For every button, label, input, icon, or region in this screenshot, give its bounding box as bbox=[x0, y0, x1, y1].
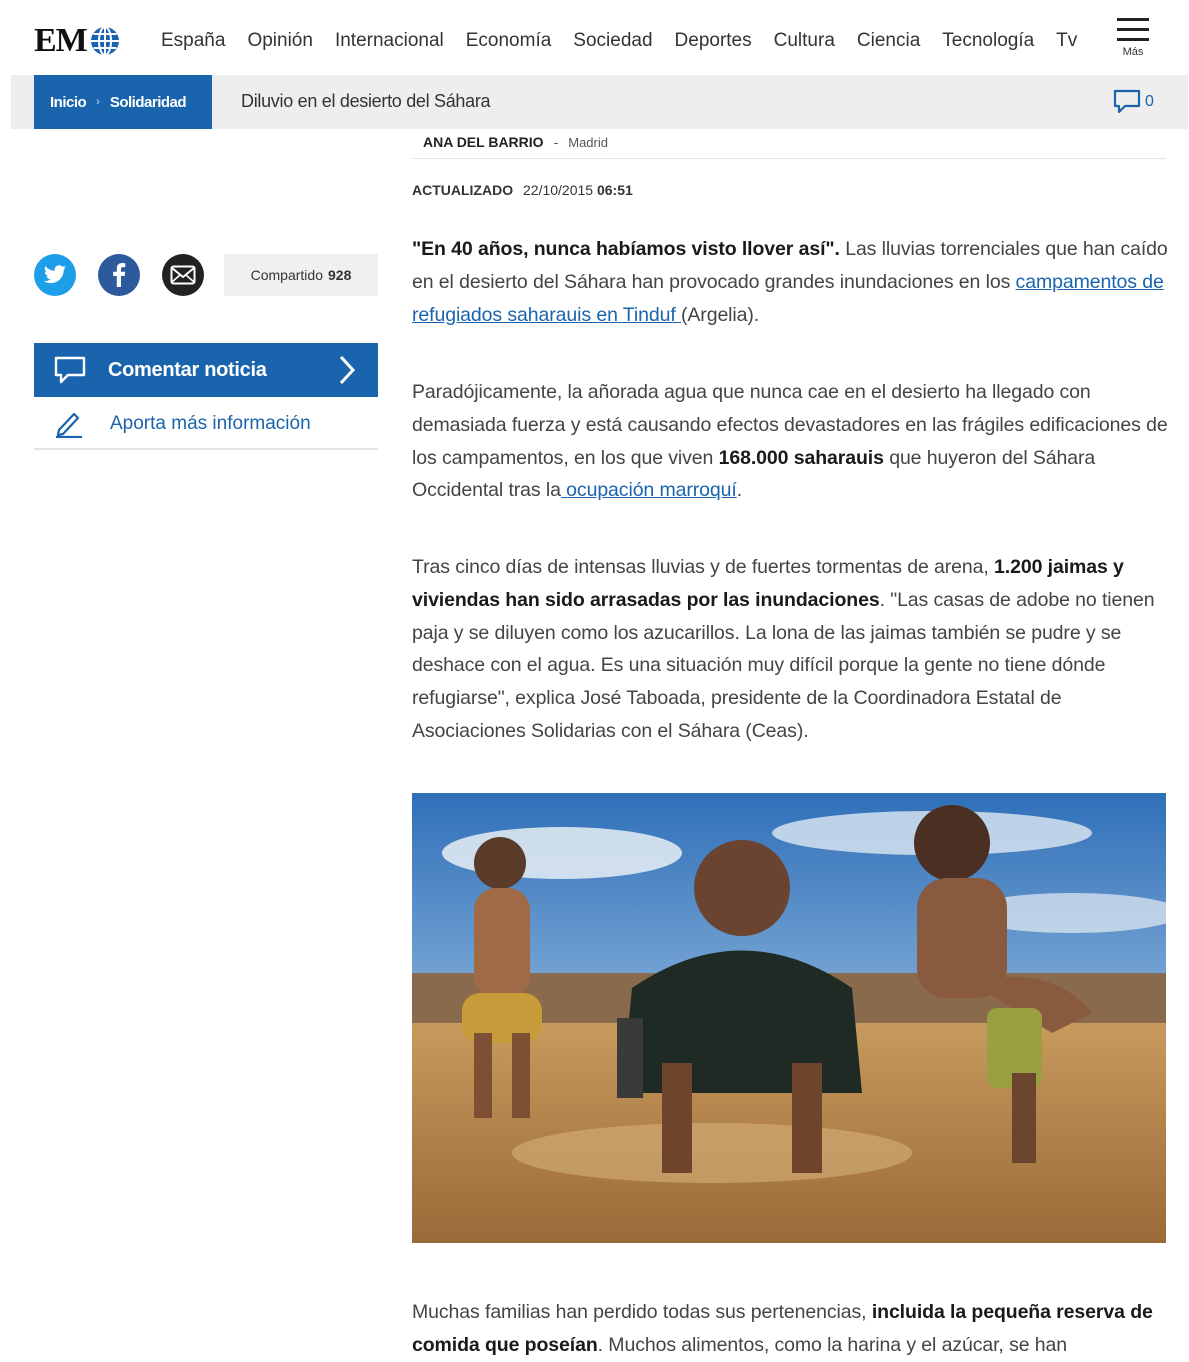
menu-button[interactable]: Más bbox=[1112, 18, 1154, 68]
contribute-info-label: Aporta más información bbox=[110, 413, 311, 434]
share-bar: Compartido 928 bbox=[34, 254, 378, 296]
comment-news-button[interactable]: Comentar noticia bbox=[34, 343, 378, 397]
paragraph-text: Muchas familias han perdido todas sus pe… bbox=[412, 1301, 872, 1323]
article-short-title: Diluvio en el desierto del Sáhara bbox=[241, 91, 491, 111]
facebook-f-icon bbox=[113, 263, 126, 287]
updated-time: 06:51 bbox=[596, 182, 633, 198]
author-name[interactable]: ANA DEL BARRIO bbox=[423, 134, 544, 150]
updated-timestamp: ACTUALIZADO 22/10/2015 06:51 bbox=[412, 182, 633, 198]
chevron-right-icon bbox=[339, 355, 356, 385]
nav-item-internacional[interactable]: Internacional bbox=[335, 28, 444, 54]
speech-bubble-icon bbox=[54, 356, 86, 384]
nav-item-cultura[interactable]: Cultura bbox=[774, 28, 835, 54]
nav-item-opinion[interactable]: Opinión bbox=[247, 28, 313, 54]
breadcrumb-bar: Inicio › Solidaridad Diluvio en el desie… bbox=[11, 75, 1188, 129]
comments-link[interactable]: 0 bbox=[1113, 89, 1154, 115]
share-counter-value: 928 bbox=[328, 267, 352, 283]
quote-bold: "En 40 años, nunca habíamos visto llover… bbox=[412, 238, 840, 260]
comment-news-label: Comentar noticia bbox=[108, 358, 267, 381]
moroccan-occupation-link[interactable]: ocupación marroquí bbox=[561, 479, 737, 501]
comments-count: 0 bbox=[1145, 93, 1154, 110]
speech-bubble-icon bbox=[1113, 89, 1141, 114]
article-photo bbox=[412, 793, 1166, 1243]
paragraph-tail: (Argelia). bbox=[681, 303, 760, 326]
menu-label: Más bbox=[1122, 46, 1144, 58]
article-paragraph-4: Muchas familias han perdido todas sus pe… bbox=[412, 1296, 1172, 1362]
byline-separator: - bbox=[553, 134, 559, 150]
article-paragraph-2: Paradójicamente, la añorada agua que nun… bbox=[412, 376, 1172, 507]
nav-item-espana[interactable]: España bbox=[161, 28, 225, 54]
nav-item-sociedad[interactable]: Sociedad bbox=[573, 28, 652, 54]
twitter-bird-icon bbox=[44, 265, 66, 284]
share-facebook-button[interactable] bbox=[98, 254, 140, 296]
updated-date: 22/10/2015 bbox=[523, 182, 594, 198]
hamburger-icon bbox=[1112, 18, 1154, 41]
nav-item-ciencia[interactable]: Ciencia bbox=[857, 28, 920, 54]
breadcrumb: Inicio › Solidaridad bbox=[34, 75, 212, 129]
share-counter-label: Compartido bbox=[250, 267, 323, 283]
share-counter: Compartido 928 bbox=[224, 254, 378, 296]
paragraph-text-2: . Muchos alimentos, como la harina y el … bbox=[597, 1333, 1068, 1356]
breadcrumb-home-link[interactable]: Inicio bbox=[50, 94, 87, 111]
share-email-button[interactable] bbox=[162, 254, 204, 296]
envelope-icon bbox=[170, 265, 196, 285]
site-logo[interactable]: EM bbox=[34, 22, 121, 60]
pencil-icon bbox=[56, 412, 82, 438]
top-navigation: EM España Opinión Internacional Economía… bbox=[0, 0, 1189, 74]
flood-children-photo bbox=[412, 793, 1166, 1243]
paragraph-text-2: . "Las casas de adobe no tienen paja y s… bbox=[412, 588, 1155, 742]
paragraph-tail: . bbox=[736, 479, 743, 502]
contribute-info-link[interactable]: Aporta más información bbox=[34, 400, 378, 450]
logo-text: EM bbox=[34, 22, 88, 59]
article-byline: ANA DEL BARRIO - Madrid bbox=[412, 126, 1166, 159]
breadcrumb-separator: › bbox=[96, 96, 100, 108]
share-twitter-button[interactable] bbox=[34, 254, 76, 296]
author-location: Madrid bbox=[568, 134, 608, 150]
nav-item-economia[interactable]: Economía bbox=[466, 28, 552, 54]
nav-item-deportes[interactable]: Deportes bbox=[675, 28, 752, 54]
paragraph-text: Tras cinco días de intensas lluvias y de… bbox=[412, 556, 995, 578]
globe-icon bbox=[90, 26, 119, 56]
article-paragraph-3: Tras cinco días de intensas lluvias y de… bbox=[412, 551, 1172, 748]
breadcrumb-section-link[interactable]: Solidaridad bbox=[110, 94, 187, 111]
article-paragraph-1: "En 40 años, nunca habíamos visto llover… bbox=[412, 233, 1172, 331]
nav-item-tecnologia[interactable]: Tecnología bbox=[942, 28, 1034, 54]
section-nav: España Opinión Internacional Economía So… bbox=[150, 28, 1088, 54]
updated-label: ACTUALIZADO bbox=[412, 182, 514, 198]
nav-item-tv[interactable]: Tv bbox=[1056, 28, 1077, 54]
paragraph-bold: 168.000 saharauis bbox=[718, 446, 884, 469]
